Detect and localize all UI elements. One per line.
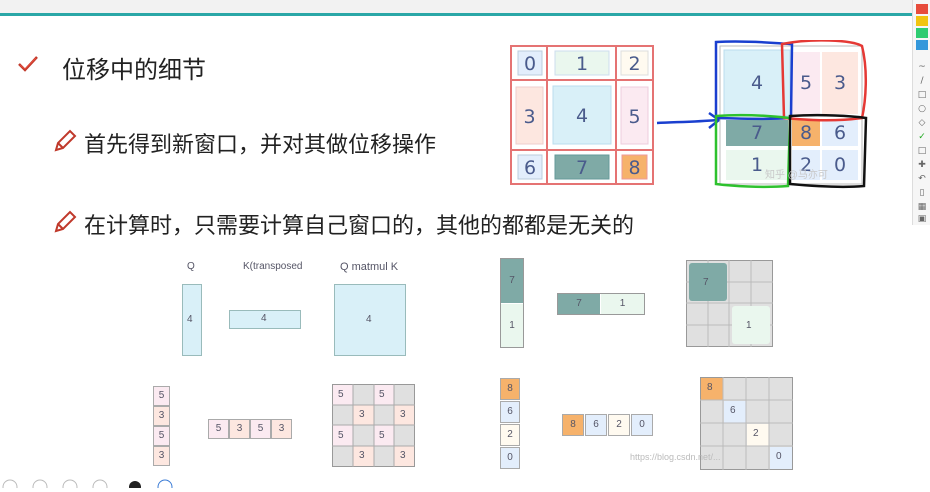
col-5353: 5 3 5 3 xyxy=(153,386,170,468)
cell: 0 xyxy=(500,447,520,469)
grid-cell: 0 xyxy=(523,53,537,75)
cell: 3 xyxy=(153,406,170,426)
line-tool-icon[interactable]: / xyxy=(916,76,928,86)
grid-cell: 3 xyxy=(523,105,536,128)
annotation-toolbar: ~ / □ ○ ◇ ✓ □ ✚ ↶ ▯ ▦ ▣ xyxy=(912,0,930,225)
slide-title: 位移中的细节 xyxy=(62,56,206,84)
cell: 3 xyxy=(400,409,406,420)
cell: 5 xyxy=(379,430,385,441)
cell: 5 xyxy=(153,426,170,446)
grid-cell: 6 xyxy=(833,122,847,144)
kt-vector: 4 xyxy=(229,310,301,329)
q-value: 4 xyxy=(187,314,193,325)
cell: 3 xyxy=(153,446,170,466)
bullet-1: 首先得到新窗口，并对其做位移操作 xyxy=(84,133,437,158)
grid-cell: 2 xyxy=(628,53,641,75)
cell: 6 xyxy=(585,414,607,436)
cell: 8 xyxy=(707,382,713,393)
cell: 3 xyxy=(271,419,292,439)
cell: 3 xyxy=(400,450,406,461)
color-swatch-yellow[interactable] xyxy=(916,16,928,26)
grid-cell: 8 xyxy=(799,122,813,144)
grid-cell: 6 xyxy=(523,157,537,179)
grid-cell: 5 xyxy=(799,72,813,94)
grid-cell: 1 xyxy=(575,53,589,75)
lasso-tool-icon[interactable]: ○ xyxy=(916,104,928,114)
cell: 5 xyxy=(153,386,170,406)
cell: 5 xyxy=(379,389,385,400)
bullet-2: 在计算时，只需要计算自己窗口的，其他的都都是无关的 xyxy=(84,214,635,239)
grid-cell: 4 xyxy=(750,72,764,94)
grid-cell: 5 xyxy=(628,105,641,128)
col-71: 7 1 xyxy=(500,258,524,348)
cell: 7 xyxy=(558,294,600,314)
undo-icon[interactable]: ↶ xyxy=(916,174,928,184)
cell: 6 xyxy=(730,405,736,416)
row-5353: 5 3 5 3 xyxy=(208,419,292,439)
grid-cell: 8 xyxy=(628,157,641,179)
cell: 1 xyxy=(501,304,523,347)
cell: 7 xyxy=(501,259,523,303)
color-swatch-blue[interactable] xyxy=(916,40,928,50)
kt-value: 4 xyxy=(261,313,267,324)
cell: 0 xyxy=(776,451,782,462)
row-71: 7 1 xyxy=(557,293,645,315)
watermark-url: https://blog.csdn.net/... xyxy=(630,452,721,462)
row-8620: 8 6 2 0 xyxy=(562,414,656,436)
move-tool-icon[interactable]: ✚ xyxy=(916,160,928,170)
qk-matrix: 4 xyxy=(334,284,406,356)
page-icon[interactable]: ▯ xyxy=(916,188,928,198)
bottom-icons xyxy=(2,479,173,492)
qk-value: 4 xyxy=(366,314,372,325)
label-q-matmul-k: Q matmul K xyxy=(340,261,399,273)
cell: 8 xyxy=(562,414,584,436)
cell: 1 xyxy=(746,320,752,331)
box-tool-icon[interactable]: □ xyxy=(916,146,928,156)
cell: 5 xyxy=(208,419,229,439)
pencil-icon xyxy=(54,129,77,152)
cell: 2 xyxy=(608,414,630,436)
cell: 1 xyxy=(601,294,644,314)
rect-tool-icon[interactable]: □ xyxy=(916,90,928,100)
label-q: Q xyxy=(187,261,195,272)
pencil-icon xyxy=(54,210,77,233)
cell: 2 xyxy=(753,428,759,439)
color-swatch-green[interactable] xyxy=(916,28,928,38)
q-vector: 4 xyxy=(182,284,202,356)
col-8620: 8 6 2 0 xyxy=(500,378,520,470)
grid-cell: 4 xyxy=(575,105,589,127)
grid-cell: 7 xyxy=(750,122,764,144)
top-bar xyxy=(0,0,930,16)
cell: 6 xyxy=(500,401,520,423)
cell: 7 xyxy=(703,277,709,288)
color-swatch-red[interactable] xyxy=(916,4,928,14)
label-k-transposed: K(transposed xyxy=(243,261,303,272)
grid-71 xyxy=(686,260,773,347)
save-icon[interactable]: ▣ xyxy=(916,214,928,224)
cell: 5 xyxy=(338,389,344,400)
cell: 8 xyxy=(500,378,520,400)
grid-cell: 3 xyxy=(833,72,847,94)
bottom-toolbar xyxy=(0,473,930,492)
checkmark-icon xyxy=(18,56,38,72)
eraser-tool-icon[interactable]: ◇ xyxy=(916,118,928,128)
grid-cell: 7 xyxy=(575,157,589,179)
check-tool-icon[interactable]: ✓ xyxy=(916,132,928,142)
cell: 5 xyxy=(250,419,271,439)
pen-tool-icon[interactable]: ~ xyxy=(916,62,928,72)
cell: 3 xyxy=(229,419,250,439)
watermark: 知乎 @马亦可 xyxy=(765,170,828,181)
cell: 3 xyxy=(359,450,365,461)
cell: 5 xyxy=(338,430,344,441)
cell: 3 xyxy=(359,409,365,420)
cell: 0 xyxy=(631,414,653,436)
cell: 2 xyxy=(500,424,520,446)
print-icon[interactable]: ▦ xyxy=(916,202,928,212)
